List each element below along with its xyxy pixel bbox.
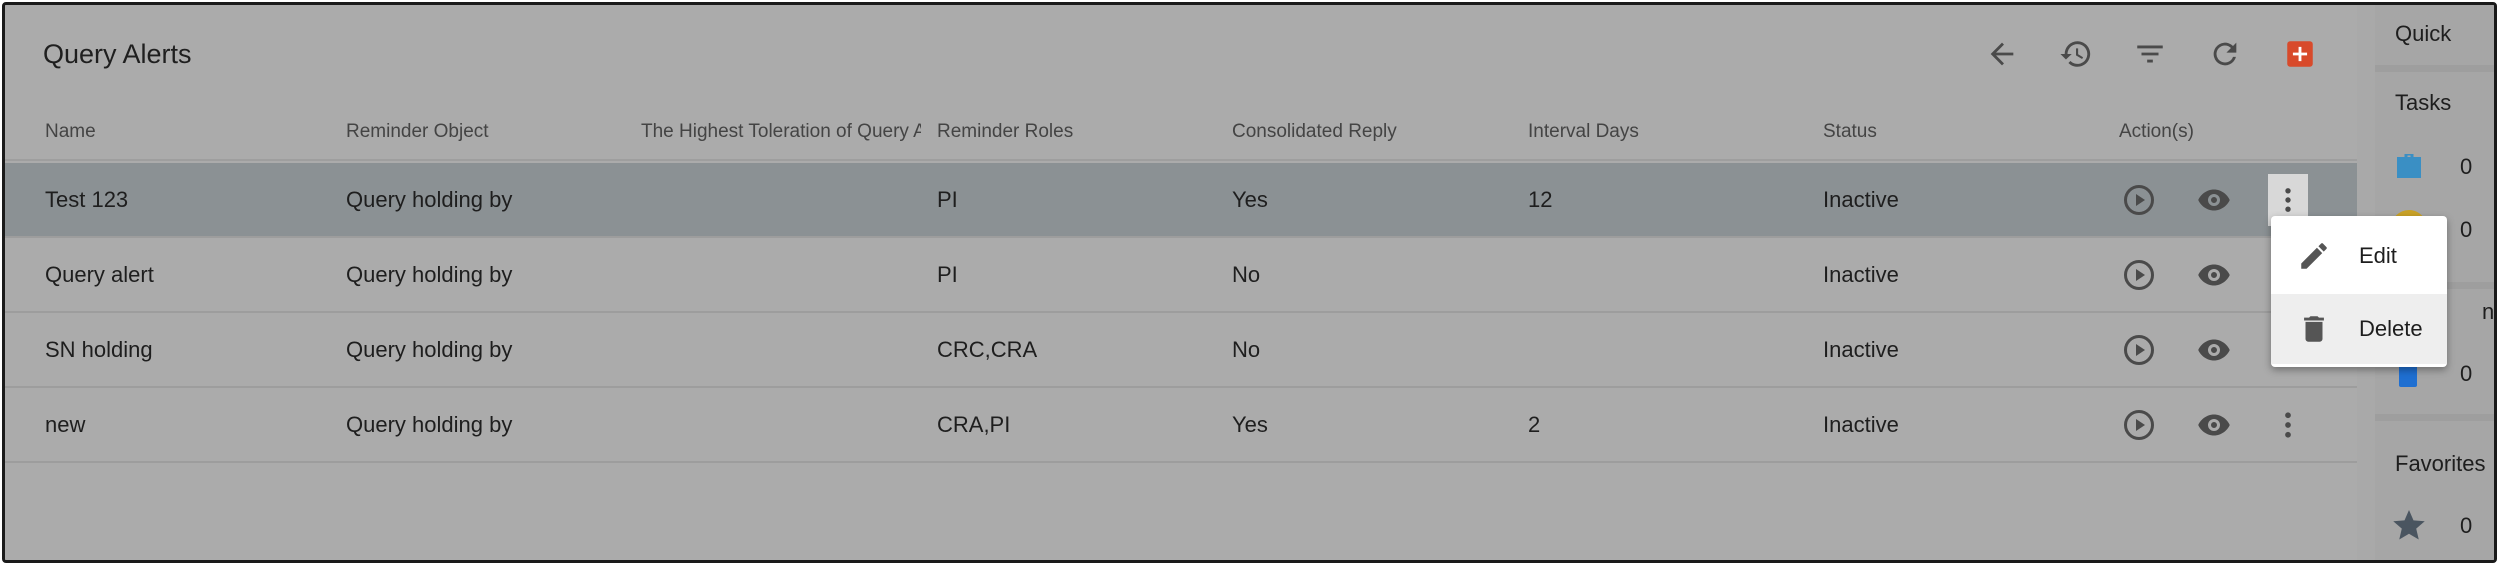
quick-header: Quick [2375,5,2494,65]
cell-consolidated: Yes [1232,412,1268,437]
star-icon [2393,510,2425,540]
favorites-star-button[interactable] [2391,507,2427,543]
app-frame: Query Alerts Name Reminder Object The Hi… [2,2,2497,563]
tasks-briefcase-button[interactable] [2391,148,2427,184]
cell-reminder-object: Query holding by [346,262,513,287]
cell-consolidated: No [1232,262,1261,287]
cell-roles: PI [937,262,958,287]
trash-icon [2304,316,2324,342]
cell-interval: 2 [1528,412,1541,437]
cell-interval: 12 [1528,187,1553,212]
cell-consolidated: No [1232,337,1261,362]
cell-name: SN holding [45,337,153,362]
tasks-title: Tasks [2395,90,2452,115]
cell-reminder-object: Query holding by [346,337,513,362]
history-icon [2060,41,2091,67]
column-header-reminder-object: Reminder Object [346,121,489,142]
column-header-reminder-roles: Reminder Roles [937,121,1074,142]
eye-icon [2198,189,2230,211]
table-row[interactable]: Query alert Query holding by PI No Inact… [5,238,2357,313]
third-count: 0 [2460,361,2473,386]
pencil-icon [2301,243,2327,269]
favorites-title: Favorites [2395,451,2486,476]
cell-name: Query alert [45,262,154,287]
cell-status: Inactive [1823,337,1899,362]
quick-title: Quick [2395,21,2452,46]
column-header-toleration: The Highest Toleration of Query A [641,121,921,142]
menu-item-delete[interactable]: Delete [2271,294,2447,364]
run-button[interactable] [2120,406,2158,444]
table-row[interactable]: new Query holding by CRA,PI Yes 2 Inacti… [5,388,2357,463]
favorites-count: 0 [2460,513,2473,538]
view-button[interactable] [2195,331,2233,369]
main-panel: Query Alerts Name Reminder Object The Hi… [5,5,2357,560]
back-button[interactable] [1984,36,2020,72]
third-title-partial: n [2482,299,2495,324]
eye-icon [2198,264,2230,286]
cell-name: Test 123 [45,187,129,212]
table-row[interactable]: SN holding Query holding by CRC,CRA No I… [5,313,2357,388]
filter-icon [2137,45,2163,63]
view-button[interactable] [2195,406,2233,444]
table-header: Name Reminder Object The Highest Tolerat… [5,105,2357,161]
eye-icon [2198,339,2230,361]
cell-status: Inactive [1823,262,1899,287]
menu-item-delete-label: Delete [2359,316,2423,341]
run-button[interactable] [2120,331,2158,369]
column-header-actions: Action(s) [2119,121,2194,142]
view-button[interactable] [2195,256,2233,294]
cell-name: new [45,412,86,437]
arrow-left-icon [1990,42,2014,66]
row-actions-menu: Edit Delete [2271,216,2447,367]
add-icon [2287,41,2313,67]
more-actions-button[interactable] [2269,406,2307,444]
briefcase-icon [2397,154,2421,178]
menu-item-edit-label: Edit [2359,243,2397,268]
refresh-button[interactable] [2207,36,2243,72]
page-header: Query Alerts [5,5,2357,101]
add-button[interactable] [2282,36,2318,72]
run-button[interactable] [2120,181,2158,219]
column-header-consolidated-reply: Consolidated Reply [1232,121,1397,142]
tasks-count: 0 [2460,154,2473,179]
cell-roles: PI [937,187,958,212]
run-button[interactable] [2120,256,2158,294]
play-circle-icon [2124,410,2154,440]
page-title: Query Alerts [43,39,192,69]
cell-roles: CRC,CRA [937,337,1038,362]
cell-status: Inactive [1823,187,1899,212]
menu-item-edit[interactable]: Edit [2271,221,2447,291]
table-row[interactable]: Test 123 Query holding by PI Yes 12 Inac… [5,163,2357,238]
cell-roles: CRA,PI [937,412,1011,437]
play-circle-icon [2124,335,2154,365]
favorites-section: Favorites 0 [2375,421,2494,560]
refresh-icon [2213,42,2237,66]
cell-reminder-object: Query holding by [346,187,513,212]
column-header-interval-days: Interval Days [1528,121,1639,142]
cell-consolidated: Yes [1232,187,1268,212]
play-circle-icon [2124,260,2154,290]
eye-icon [2198,414,2230,436]
cell-status: Inactive [1823,412,1899,437]
filter-button[interactable] [2132,36,2168,72]
play-circle-icon [2124,185,2154,215]
view-button[interactable] [2195,181,2233,219]
more-vertical-icon [2285,412,2291,438]
cell-reminder-object: Query holding by [346,412,513,437]
column-header-status: Status [1823,121,1877,142]
second-count: 0 [2460,217,2473,242]
column-header-name: Name [45,121,96,142]
more-vertical-icon [2285,188,2291,212]
history-button[interactable] [2058,36,2094,72]
